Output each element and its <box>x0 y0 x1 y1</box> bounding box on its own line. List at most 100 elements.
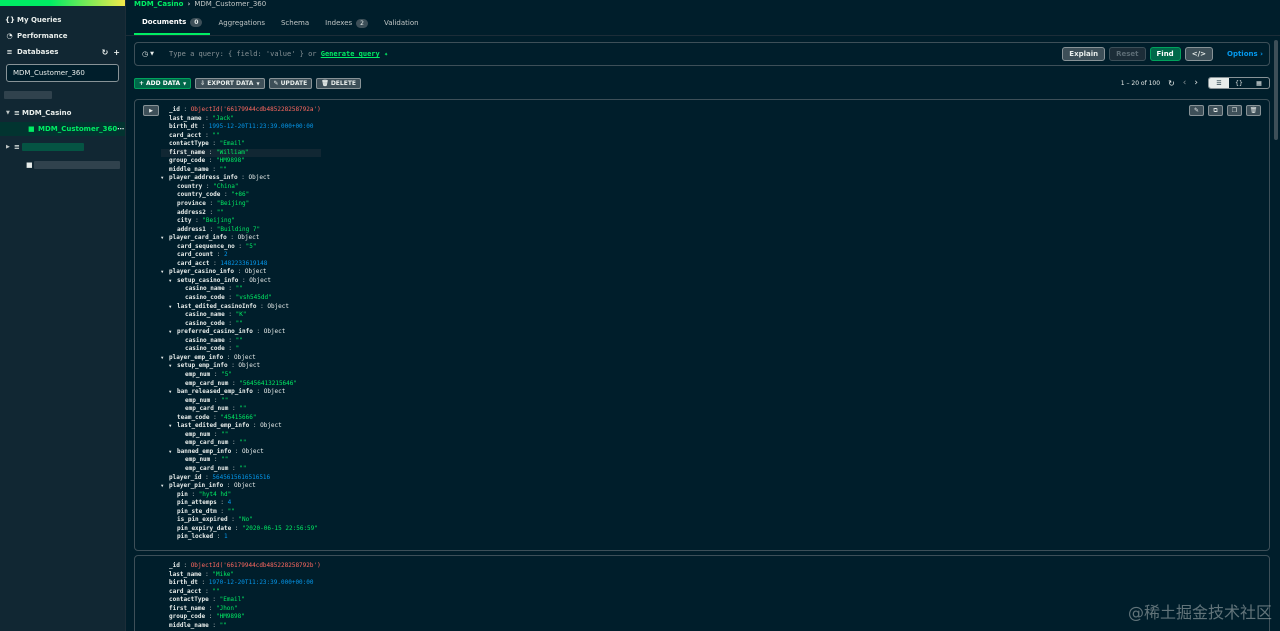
caret-down-icon[interactable]: ▼ <box>169 328 177 337</box>
field-value[interactable]: "Jack" <box>212 115 234 122</box>
field-value[interactable]: Object <box>234 354 256 361</box>
field-value[interactable]: "" <box>217 209 224 216</box>
field-value[interactable]: "Email" <box>220 596 245 603</box>
database-filter-input[interactable]: MDM_Customer_360 <box>6 64 119 82</box>
field-value[interactable]: "+86" <box>231 191 249 198</box>
field-value[interactable]: 1970-12-20T11:23:39.000+00:00 <box>209 579 314 586</box>
tree-db-mdm-casino[interactable]: ▼ ≡ MDM_Casino <box>0 106 125 120</box>
field-value[interactable]: "Email" <box>220 140 245 147</box>
field-value[interactable]: 1 <box>224 533 228 540</box>
refresh-icon[interactable]: ↻ <box>1168 79 1175 88</box>
field-value[interactable]: "HM9898" <box>216 157 245 164</box>
field-value[interactable]: "Mike" <box>212 571 234 578</box>
field-value[interactable]: Object <box>267 303 289 310</box>
field-value[interactable]: Object <box>249 277 271 284</box>
field-value[interactable]: "" <box>228 508 235 515</box>
scrollbar[interactable] <box>1274 40 1278 140</box>
edit-icon[interactable]: ✎ <box>1189 105 1204 116</box>
field-value[interactable]: Object <box>238 234 260 241</box>
caret-down-icon[interactable]: ▼ <box>169 362 177 371</box>
prev-page-icon[interactable]: ‹ <box>1183 78 1187 88</box>
field-value[interactable]: "45415666" <box>220 414 256 421</box>
field-value[interactable]: "2020-06-15 22:56:59" <box>242 525 318 532</box>
field-value[interactable]: "" <box>239 465 246 472</box>
field-value[interactable]: "" <box>236 320 243 327</box>
caret-down-icon[interactable]: ▼ <box>161 174 169 183</box>
tree-db-redacted[interactable]: ▶ ≡ <box>0 140 125 154</box>
list-view-icon[interactable]: ☰ <box>1209 78 1229 88</box>
add-database-icon[interactable]: + <box>113 48 120 57</box>
caret-down-icon[interactable]: ▼ <box>161 482 169 491</box>
field-value[interactable]: "" <box>221 431 228 438</box>
field-value[interactable]: "No" <box>238 516 252 523</box>
caret-down-icon[interactable]: ▼ <box>161 354 169 363</box>
field-value[interactable]: "Beijing" <box>202 217 235 224</box>
field-value[interactable]: "5" <box>221 371 232 378</box>
caret-down-icon[interactable]: ▼ <box>169 388 177 397</box>
add-data-button[interactable]: + ADD DATA ▼ <box>134 77 192 89</box>
field-value[interactable]: 4 <box>228 499 232 506</box>
nav-performance[interactable]: ◔ Performance <box>0 28 125 44</box>
field-value[interactable]: "Jhon" <box>216 605 238 612</box>
caret-down-icon[interactable]: ▼ <box>169 277 177 286</box>
nav-my-queries[interactable]: {} My Queries <box>0 12 125 28</box>
field-value[interactable]: ObjectId('66179944cdb485228258792a') <box>191 106 321 113</box>
field-value[interactable]: "hyt4 hd" <box>199 491 232 498</box>
tab-indexes[interactable]: Indexes 2 <box>317 11 376 35</box>
field-value[interactable]: ObjectId('66179944cdb485228258792b') <box>191 562 321 569</box>
field-value[interactable]: 5645615616516516 <box>212 474 270 481</box>
query-input[interactable]: Type a query: { field: 'value' } or Gene… <box>161 50 1058 58</box>
field-value[interactable]: "Beijing" <box>217 200 250 207</box>
field-value[interactable]: "vsh545dd" <box>236 294 272 301</box>
field-value[interactable]: "" <box>221 397 228 404</box>
field-value[interactable]: 1995-12-20T11:23:39.000+00:00 <box>209 123 314 130</box>
caret-down-icon[interactable]: ▼ <box>169 422 177 431</box>
field-value[interactable]: Object <box>264 328 286 335</box>
find-button[interactable]: Find <box>1149 47 1181 61</box>
field-value[interactable]: "" <box>212 132 219 139</box>
trash-icon[interactable]: 🗑 <box>1246 105 1261 116</box>
field-value[interactable]: Object <box>242 448 264 455</box>
field-value[interactable]: "" <box>220 622 227 629</box>
explain-button[interactable]: Explain <box>1062 47 1106 61</box>
json-view-icon[interactable]: {} <box>1229 78 1249 88</box>
table-view-icon[interactable]: ▦ <box>1249 78 1269 88</box>
field-value[interactable]: 2 <box>224 251 228 258</box>
export-code-button[interactable]: </> <box>1184 47 1213 61</box>
caret-down-icon[interactable]: ▼ <box>161 268 169 277</box>
field-value[interactable]: "" <box>221 456 228 463</box>
field-value[interactable]: Object <box>260 422 282 429</box>
field-value[interactable]: "Building 7" <box>217 226 260 233</box>
tab-documents[interactable]: Documents 0 <box>134 11 211 35</box>
caret-down-icon[interactable]: ▼ <box>169 303 177 312</box>
breadcrumb-db[interactable]: MDM_Casino <box>134 0 183 8</box>
field-value[interactable]: "" <box>220 166 227 173</box>
generate-query-link[interactable]: Generate query <box>321 50 380 58</box>
tab-schema[interactable]: Schema <box>273 11 317 35</box>
next-page-icon[interactable]: › <box>1194 78 1198 88</box>
field-value[interactable]: Object <box>234 482 256 489</box>
query-options-toggle[interactable]: Options › <box>1227 50 1263 58</box>
delete-button[interactable]: 🗑 DELETE <box>316 77 362 89</box>
expand-document-button[interactable]: ▶ <box>143 105 159 116</box>
field-value[interactable]: Object <box>238 362 260 369</box>
reset-button[interactable]: Reset <box>1109 47 1146 61</box>
field-value[interactable]: Object <box>248 174 270 181</box>
field-value[interactable]: Object <box>245 268 267 275</box>
field-value[interactable]: "56456413215646" <box>239 380 297 387</box>
update-button[interactable]: ✎ UPDATE <box>268 77 313 89</box>
caret-down-icon[interactable]: ▼ <box>161 234 169 243</box>
field-value[interactable]: "William" <box>216 149 249 156</box>
field-value[interactable]: "" <box>236 285 243 292</box>
field-value[interactable]: " <box>236 345 240 352</box>
field-value[interactable]: "" <box>239 439 246 446</box>
field-value[interactable]: "K" <box>236 311 247 318</box>
field-value[interactable]: "5" <box>246 243 257 250</box>
field-value[interactable]: "" <box>236 337 243 344</box>
field-value[interactable]: "HM9898" <box>216 613 245 620</box>
tree-collection-customer-360[interactable]: ■ MDM_Customer_360 ⋯ <box>0 122 125 136</box>
tab-aggregations[interactable]: Aggregations <box>210 11 273 35</box>
query-history-button[interactable]: ◷ ▼ <box>135 50 161 58</box>
field-value[interactable]: "China" <box>213 183 238 190</box>
clone-icon[interactable]: ❐ <box>1227 105 1242 116</box>
